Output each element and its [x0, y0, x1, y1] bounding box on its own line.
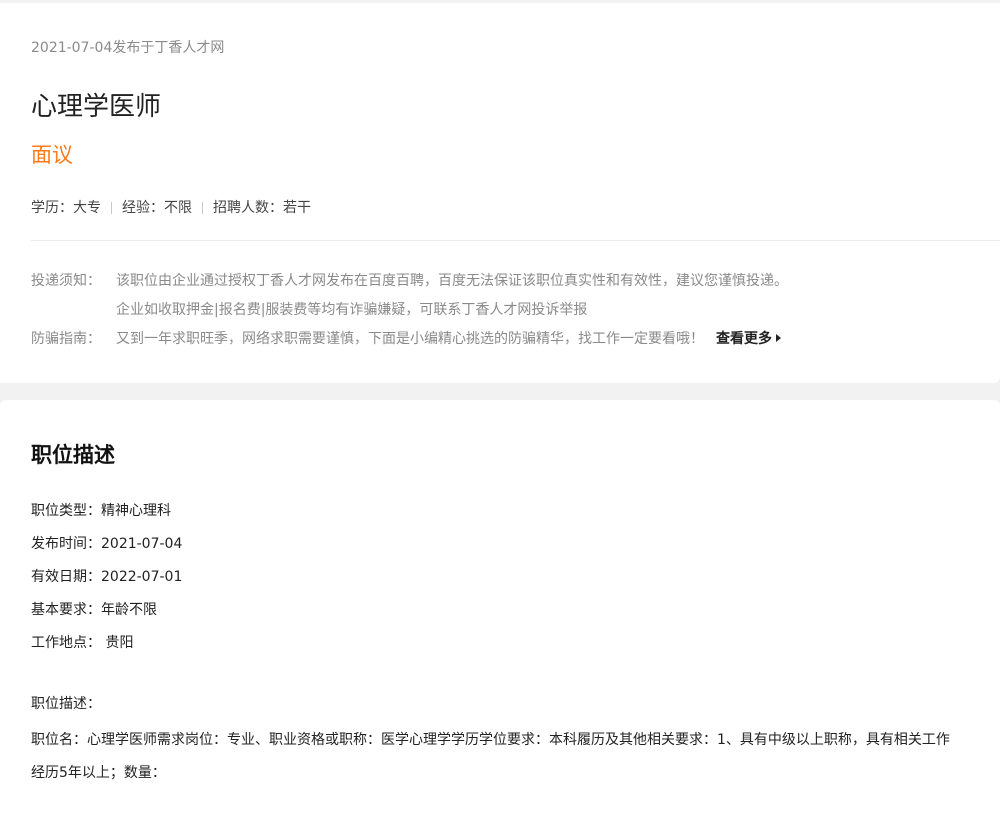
- fraud-guide-text: 又到一年求职旺季，网络求职需要谨慎，下面是小编精心挑选的防骗精华，找工作一定要看…: [116, 331, 704, 347]
- description-text: 职位名：心理学医师需求岗位：专业、职业资格或职称：医学心理学学历学位要求：本科履…: [31, 732, 950, 781]
- publish-time: 发布时间：2021-07-04: [31, 536, 183, 552]
- headcount-requirement: 招聘人数：若干: [213, 200, 311, 216]
- caret-right-icon: [776, 334, 781, 342]
- salary: 面议: [31, 143, 73, 167]
- publish-info: 2021-07-04发布于丁香人才网: [31, 40, 225, 56]
- job-requirements: 学历：大专 经验：不限 招聘人数：若干: [31, 197, 311, 219]
- delivery-notice-label: 投递须知：: [31, 273, 101, 289]
- view-more-link[interactable]: 查看更多: [716, 331, 781, 347]
- separator: [202, 202, 203, 214]
- view-more-label: 查看更多: [716, 331, 772, 347]
- valid-date: 有效日期：2022-07-01: [31, 569, 183, 585]
- delivery-notice: 投递须知： 该职位由企业通过授权丁香人才网发布在百度百聘，百度无法保证该职位真实性…: [31, 268, 788, 294]
- divider: [31, 240, 1000, 241]
- delivery-notice-text: 该职位由企业通过授权丁香人才网发布在百度百聘，百度无法保证该职位真实性和有效性，…: [116, 273, 788, 289]
- experience-requirement: 经验：不限: [122, 200, 192, 216]
- delivery-notice-text-2: 企业如收取押金|报名费|服装费等均有诈骗嫌疑，可联系丁香人才网投诉举报: [116, 302, 588, 318]
- fraud-guide-label: 防骗指南：: [31, 331, 101, 347]
- education-requirement: 学历：大专: [31, 200, 101, 216]
- work-location: 工作地点： 贵阳: [31, 635, 134, 651]
- fraud-guide: 防骗指南： 又到一年求职旺季，网络求职需要谨慎，下面是小编精心挑选的防骗精华，找工…: [31, 326, 781, 352]
- job-type: 职位类型：精神心理科: [31, 503, 171, 519]
- section-title: 职位描述: [31, 443, 115, 467]
- separator: [111, 202, 112, 214]
- basic-requirement: 基本要求：年龄不限: [31, 602, 157, 618]
- job-title: 心理学医师: [31, 92, 162, 122]
- description-label: 职位描述：: [31, 696, 101, 712]
